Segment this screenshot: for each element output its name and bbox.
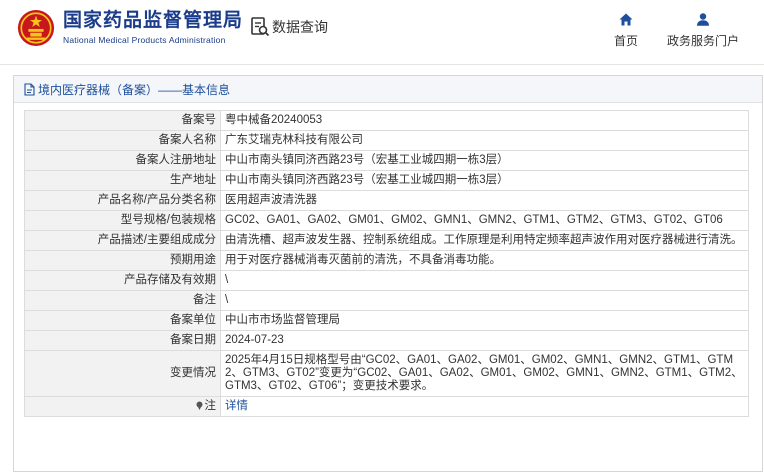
row-value: 由清洗槽、超声波发生器、控制系统组成。工作原理是利用特定频率超声波作用对医疗器械… (220, 230, 749, 251)
row-label: 产品名称/产品分类名称 (24, 190, 221, 211)
table-row: 生产地址 中山市南头镇同济西路23号（宏基工业城四期一栋3层） (24, 170, 749, 191)
table-row: 产品名称/产品分类名称 医用超声波清洗器 (24, 190, 749, 211)
site-header: 国家药品监督管理局 National Medical Products Admi… (0, 0, 764, 64)
pin-icon (196, 401, 202, 410)
table-row: 备案单位 中山市市场监督管理局 (24, 310, 749, 331)
row-value: 中山市市场监督管理局 (220, 310, 749, 331)
record-detail-table: 备案号 粤中械备20240053 备案人名称 广东艾瑞克林科技有限公司 备案人注… (24, 110, 749, 417)
table-row: 备案人名称 广东艾瑞克林科技有限公司 (24, 130, 749, 151)
table-row: 产品存储及有效期 \ (24, 270, 749, 291)
home-icon (619, 13, 633, 26)
user-icon (697, 13, 709, 26)
table-row: 变更情况 2025年4月15日规格型号由“GC02、GA01、GA02、GM01… (24, 350, 749, 397)
row-label: 备注 (24, 290, 221, 311)
row-value: GC02、GA01、GA02、GM01、GM02、GMN1、GMN2、GTM1、… (220, 210, 749, 231)
note-label-cell: 注 (24, 396, 221, 417)
row-value: 用于对医疗器械消毒灭菌前的清洗，不具备消毒功能。 (220, 250, 749, 271)
row-label: 生产地址 (24, 170, 221, 191)
data-query-link[interactable]: 数据查询 (250, 16, 328, 38)
data-search-icon (251, 17, 270, 37)
table-row: 预期用途 用于对医疗器械消毒灭菌前的清洗，不具备消毒功能。 (24, 250, 749, 271)
agency-name-cn: 国家药品监督管理局 (63, 10, 244, 31)
row-label: 备案人名称 (24, 130, 221, 151)
row-label: 型号规格/包装规格 (24, 210, 221, 231)
row-label: 注 (204, 400, 217, 412)
table-row: 型号规格/包装规格 GC02、GA01、GA02、GM01、GM02、GMN1、… (24, 210, 749, 231)
row-label: 备案日期 (24, 330, 221, 351)
row-value: 2025年4月15日规格型号由“GC02、GA01、GA02、GM01、GM02… (220, 350, 749, 397)
row-value: 中山市南头镇同济西路23号（宏基工业城四期一栋3层） (220, 150, 749, 171)
nav-home-label: 首页 (613, 34, 638, 48)
header-divider (0, 64, 764, 65)
document-icon (24, 82, 35, 96)
row-label: 备案号 (24, 110, 221, 131)
row-value: 医用超声波清洗器 (220, 190, 749, 211)
row-label: 备案单位 (24, 310, 221, 331)
table-row: 备注 \ (24, 290, 749, 311)
row-label: 产品存储及有效期 (24, 270, 221, 291)
record-panel: 境内医疗器械（备案）——基本信息 备案号 粤中械备20240053 备案人名称 … (13, 75, 763, 472)
table-row: 备案人注册地址 中山市南头镇同济西路23号（宏基工业城四期一栋3层） (24, 150, 749, 171)
nav-service-portal-label: 政务服务门户 (666, 34, 739, 48)
agency-name-en: National Medical Products Administration (63, 35, 226, 45)
row-label: 产品描述/主要组成成分 (24, 230, 221, 251)
table-row: 注 详情 (24, 396, 749, 417)
row-value: 广东艾瑞克林科技有限公司 (220, 130, 749, 151)
nav-home[interactable]: 首页 (612, 13, 640, 49)
panel-title: 境内医疗器械（备案）——基本信息 (38, 82, 231, 97)
row-value: 中山市南头镇同济西路23号（宏基工业城四期一栋3层） (220, 170, 749, 191)
panel-title-bar: 境内医疗器械（备案）——基本信息 (14, 76, 762, 103)
agency-name[interactable]: 国家药品监督管理局 National Medical Products Admi… (63, 10, 243, 45)
table-row: 产品描述/主要组成成分 由清洗槽、超声波发生器、控制系统组成。工作原理是利用特定… (24, 230, 749, 251)
note-value-cell: 详情 (220, 396, 749, 417)
row-value: \ (220, 290, 749, 311)
row-value: 2024-07-23 (220, 330, 749, 351)
row-value: \ (220, 270, 749, 291)
details-link[interactable]: 详情 (225, 400, 248, 412)
data-query-label: 数据查询 (272, 19, 328, 35)
row-value: 粤中械备20240053 (220, 110, 749, 131)
row-label: 变更情况 (24, 350, 221, 397)
row-label: 预期用途 (24, 250, 221, 271)
national-emblem-icon (17, 9, 55, 47)
nav-service-portal[interactable]: 政务服务门户 (664, 13, 742, 49)
table-row: 备案号 粤中械备20240053 (24, 110, 749, 131)
row-label: 备案人注册地址 (24, 150, 221, 171)
table-row: 备案日期 2024-07-23 (24, 330, 749, 351)
